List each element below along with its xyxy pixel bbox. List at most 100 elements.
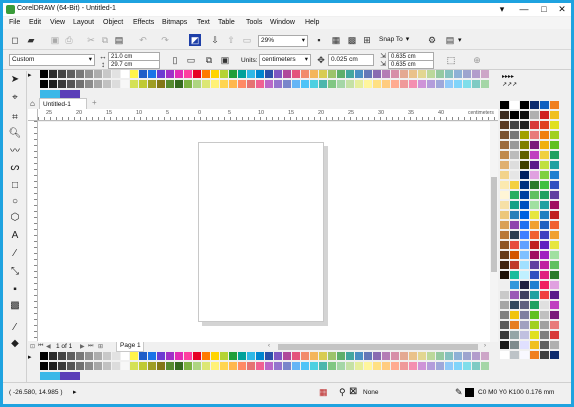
palette-color-swatch[interactable] bbox=[355, 362, 364, 371]
palette-color-swatch[interactable] bbox=[520, 331, 529, 340]
current-page-icon[interactable]: ▣ bbox=[219, 54, 231, 66]
palette-color-swatch[interactable] bbox=[121, 70, 130, 79]
palette-color-swatch[interactable] bbox=[520, 101, 529, 110]
palette-color-swatch[interactable] bbox=[500, 301, 509, 310]
palette-color-swatch[interactable] bbox=[238, 362, 247, 371]
palette-color-swatch[interactable] bbox=[256, 70, 265, 79]
menu-bitmaps[interactable]: Bitmaps bbox=[162, 19, 187, 26]
palette-color-swatch[interactable] bbox=[550, 171, 559, 180]
palette-color-swatch[interactable] bbox=[310, 70, 319, 79]
palette-color-swatch[interactable] bbox=[310, 362, 319, 371]
palette-color-swatch[interactable] bbox=[337, 80, 346, 89]
palette-color-swatch[interactable] bbox=[193, 362, 202, 371]
palette-color-swatch[interactable] bbox=[274, 70, 283, 79]
palette-color-swatch[interactable] bbox=[121, 80, 130, 89]
palette-color-swatch[interactable] bbox=[550, 251, 559, 260]
parallel-dimension-icon[interactable]: ∕ bbox=[8, 247, 22, 261]
palette-color-swatch[interactable] bbox=[510, 331, 519, 340]
palette-color-swatch[interactable] bbox=[148, 80, 157, 89]
palette-color-swatch[interactable] bbox=[85, 80, 94, 89]
palette-color-swatch[interactable] bbox=[530, 261, 539, 270]
palette-color-swatch[interactable] bbox=[40, 90, 60, 98]
palette-color-swatch[interactable] bbox=[550, 111, 559, 120]
palette-color-swatch[interactable] bbox=[112, 362, 121, 371]
palette-color-swatch[interactable] bbox=[265, 362, 274, 371]
play-icon[interactable]: ▸ bbox=[73, 388, 77, 396]
palette-color-swatch[interactable] bbox=[510, 261, 519, 270]
palette-color-swatch[interactable] bbox=[292, 70, 301, 79]
palette-color-swatch[interactable] bbox=[481, 352, 490, 361]
menu-tools[interactable]: Tools bbox=[246, 19, 262, 26]
palette-color-swatch[interactable] bbox=[500, 201, 509, 210]
palette-color-swatch[interactable] bbox=[550, 331, 559, 340]
palette-color-swatch[interactable] bbox=[540, 151, 549, 160]
palette-color-swatch[interactable] bbox=[130, 352, 139, 361]
palette-color-swatch[interactable] bbox=[540, 141, 549, 150]
palette-color-swatch[interactable] bbox=[436, 352, 445, 361]
palette-color-swatch[interactable] bbox=[540, 281, 549, 290]
palette-color-swatch[interactable] bbox=[530, 101, 539, 110]
chevron-down-icon[interactable]: ▾ bbox=[458, 36, 462, 44]
shape-tool-icon[interactable]: ⌖ bbox=[8, 91, 22, 105]
palette-color-swatch[interactable] bbox=[454, 352, 463, 361]
palette-color-swatch[interactable] bbox=[364, 80, 373, 89]
palette-color-swatch[interactable] bbox=[130, 80, 139, 89]
add-page-icon[interactable]: ⊞ bbox=[98, 343, 103, 350]
palette-color-swatch[interactable] bbox=[49, 362, 58, 371]
palette-color-swatch[interactable] bbox=[510, 121, 519, 130]
palette-color-swatch[interactable] bbox=[510, 221, 519, 230]
palette-color-swatch[interactable] bbox=[157, 80, 166, 89]
palette-color-swatch[interactable] bbox=[500, 211, 509, 220]
palette-color-swatch[interactable] bbox=[500, 141, 509, 150]
nudge-distance-field[interactable]: 0.025 cm bbox=[328, 54, 374, 66]
palette-color-swatch[interactable] bbox=[274, 80, 283, 89]
palette-color-swatch[interactable] bbox=[382, 80, 391, 89]
palette-color-swatch[interactable] bbox=[373, 352, 382, 361]
palette-color-swatch[interactable] bbox=[427, 352, 436, 361]
palette-color-swatch[interactable] bbox=[472, 362, 481, 371]
scroll-right-icon[interactable]: › bbox=[484, 343, 486, 349]
palette-color-swatch[interactable] bbox=[373, 70, 382, 79]
palette-color-swatch[interactable] bbox=[418, 70, 427, 79]
palette-color-swatch[interactable] bbox=[76, 70, 85, 79]
palette-color-swatch[interactable] bbox=[85, 70, 94, 79]
guidelines-icon[interactable]: ⊞ bbox=[361, 34, 373, 46]
palette-color-swatch[interactable] bbox=[238, 352, 247, 361]
palette-color-swatch[interactable] bbox=[445, 80, 454, 89]
palette-color-swatch[interactable] bbox=[510, 101, 519, 110]
horizontal-ruler[interactable]: 25 20 15 10 5 0 5 10 15 20 25 30 35 40 c… bbox=[38, 109, 498, 121]
add-document-icon[interactable]: + bbox=[92, 98, 97, 107]
palette-color-swatch[interactable] bbox=[530, 271, 539, 280]
palette-color-swatch[interactable] bbox=[550, 351, 559, 360]
connector-tool-icon[interactable]: ⤡ bbox=[8, 265, 22, 279]
palette-color-swatch[interactable] bbox=[500, 181, 509, 190]
palette-color-swatch[interactable] bbox=[500, 291, 509, 300]
palette-color-swatch[interactable] bbox=[202, 80, 211, 89]
import-icon[interactable]: ⇩ bbox=[209, 34, 221, 46]
paste-icon[interactable]: ▤ bbox=[113, 34, 125, 46]
palette-color-swatch[interactable] bbox=[238, 80, 247, 89]
palette-color-swatch[interactable] bbox=[520, 251, 529, 260]
palette-color-swatch[interactable] bbox=[121, 352, 130, 361]
palette-color-swatch[interactable] bbox=[500, 321, 509, 330]
snap-to-dropdown[interactable]: Snap To ▾ bbox=[379, 35, 419, 47]
copy-icon[interactable]: ⧉ bbox=[99, 34, 111, 46]
palette-color-swatch[interactable] bbox=[58, 80, 67, 89]
palette-color-swatch[interactable] bbox=[530, 311, 539, 320]
palette-color-swatch[interactable] bbox=[540, 171, 549, 180]
palette-color-swatch[interactable] bbox=[301, 70, 310, 79]
palette-color-swatch[interactable] bbox=[355, 352, 364, 361]
palette-color-swatch[interactable] bbox=[148, 352, 157, 361]
palette-color-swatch[interactable] bbox=[193, 70, 202, 79]
palette-color-swatch[interactable] bbox=[76, 352, 85, 361]
palette-color-swatch[interactable] bbox=[510, 171, 519, 180]
palette-color-swatch[interactable] bbox=[510, 231, 519, 240]
palette-color-swatch[interactable] bbox=[550, 291, 559, 300]
polygon-tool-icon[interactable]: ⬡ bbox=[8, 211, 22, 225]
palette-color-swatch[interactable] bbox=[463, 80, 472, 89]
palette-color-swatch[interactable] bbox=[265, 352, 274, 361]
cut-icon[interactable]: ✂ bbox=[85, 34, 97, 46]
palette-color-swatch[interactable] bbox=[310, 352, 319, 361]
full-screen-icon[interactable]: ▪ bbox=[313, 34, 325, 46]
palette-color-swatch[interactable] bbox=[530, 171, 539, 180]
